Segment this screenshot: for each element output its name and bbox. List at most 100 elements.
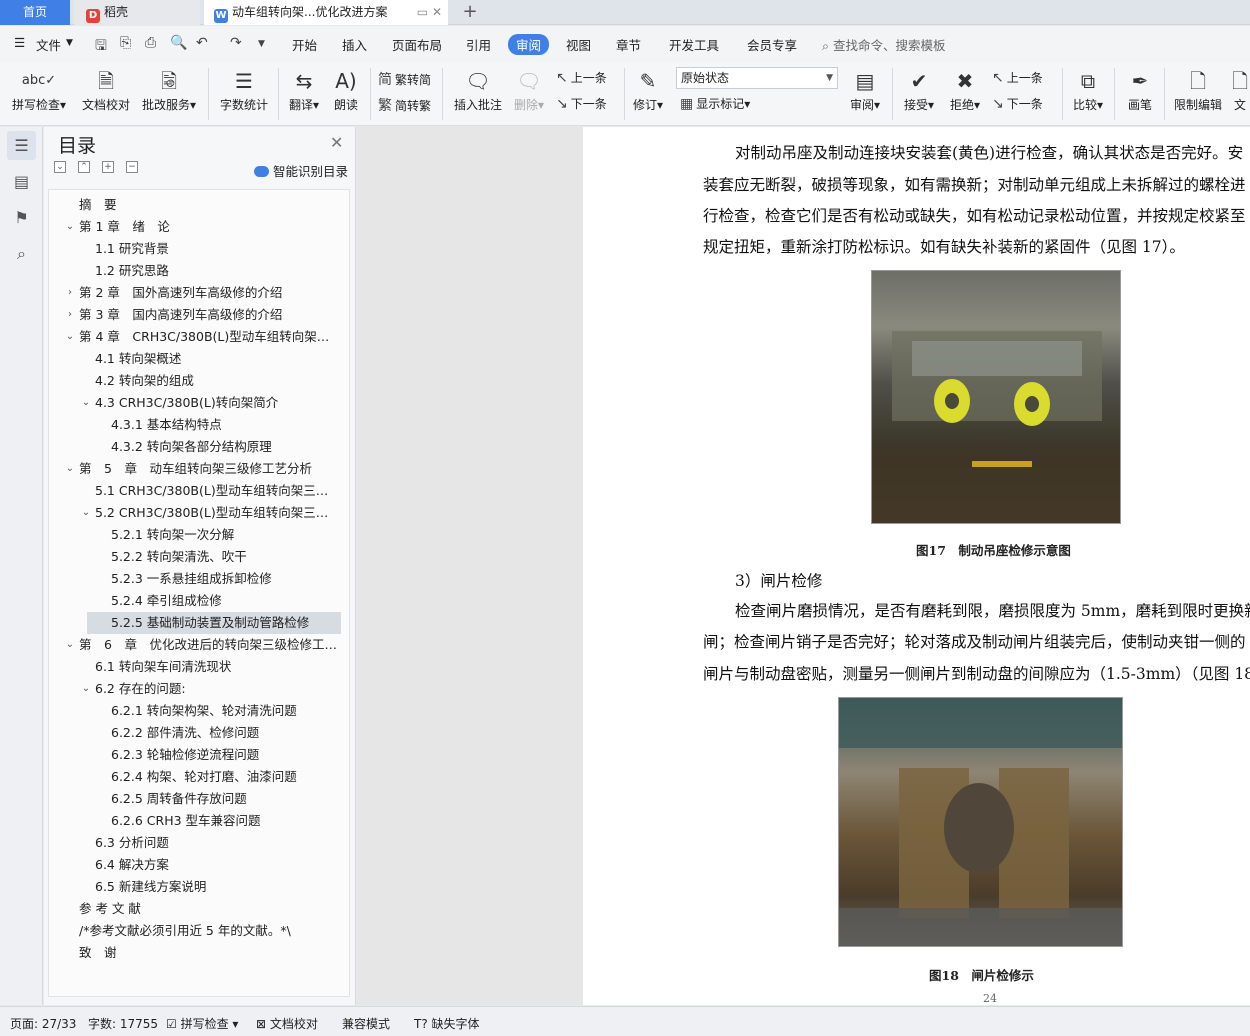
- menu-references[interactable]: 引用: [466, 35, 491, 54]
- review-pane-button[interactable]: ▤ 审阅▾: [846, 62, 884, 114]
- menu-file[interactable]: 文件: [36, 35, 61, 54]
- chevron-down-icon[interactable]: ⌄: [79, 502, 93, 524]
- markup-state-select[interactable]: 原始状态 ▼: [676, 67, 838, 89]
- toc-item[interactable]: 6.3 分析问题: [49, 832, 341, 854]
- toc-item[interactable]: 6.5 新建线方案说明: [49, 876, 341, 898]
- missing-font[interactable]: T? 缺失字体: [414, 1015, 480, 1032]
- doc-check-button[interactable]: 🗎 文档校对: [78, 62, 134, 114]
- toc-item[interactable]: 6.2.3 轮轴检修逆流程问题: [49, 744, 341, 766]
- chevron-right-icon[interactable]: ›: [63, 304, 77, 326]
- menu-start[interactable]: 开始: [292, 35, 317, 54]
- window-restore-icon[interactable]: ▭: [417, 5, 428, 19]
- toc-item[interactable]: 6.2.1 转向架构架、轮对清洗问题: [49, 700, 341, 722]
- toc-item[interactable]: 5.2.5 基础制动装置及制动管路检修: [87, 612, 341, 634]
- export-pdf-icon[interactable]: ⎘: [120, 35, 131, 51]
- toc-item[interactable]: 6.2.6 CRH3 型车兼容问题: [49, 810, 341, 832]
- toc-item[interactable]: 4.3.1 基本结构特点: [49, 414, 341, 436]
- toc-item[interactable]: 4.1 转向架概述: [49, 348, 341, 370]
- read-aloud-button[interactable]: A) 朗读: [328, 62, 364, 114]
- insert-comment-button[interactable]: 🗨 插入批注: [450, 62, 506, 114]
- chapter-nav-icon[interactable]: ▤: [7, 167, 36, 196]
- track-changes-button[interactable]: ✎ 修订▾: [630, 62, 666, 114]
- toc-item[interactable]: › 第 2 章 国外高速列车高级修的介绍: [49, 282, 341, 304]
- toc-item[interactable]: 4.2 转向架的组成: [49, 370, 341, 392]
- toc-item[interactable]: 5.1 CRH3C/380B(L)型动车组转向架三级检修工艺分析: [49, 480, 341, 502]
- figure-18-photo[interactable]: [838, 697, 1123, 947]
- toc-item[interactable]: ⌄5.2 CRH3C/380B(L)型动车组转向架三级检修工艺流程: [49, 502, 341, 524]
- toc-item[interactable]: 致 谢: [49, 942, 341, 964]
- translate-button[interactable]: ⇆ 翻译▾: [284, 62, 324, 114]
- toc-item[interactable]: 5.2.2 转向架清洗、吹干: [49, 546, 341, 568]
- chevron-down-icon[interactable]: ⌄: [79, 678, 93, 700]
- bookmark-icon[interactable]: ⚑: [7, 203, 36, 232]
- menu-member[interactable]: 会员专享: [747, 35, 797, 54]
- toc-item[interactable]: 6.4 解决方案: [49, 854, 341, 876]
- add-heading-icon[interactable]: +: [102, 161, 114, 173]
- toc-item[interactable]: 6.2.2 部件清洗、检修问题: [49, 722, 341, 744]
- collapse-all-icon[interactable]: ⌄: [54, 161, 66, 173]
- toc-item[interactable]: 参 考 文 献: [49, 898, 341, 920]
- spell-check-button[interactable]: abc✓ 拼写检查▾: [10, 62, 68, 114]
- delete-comment-button[interactable]: 🗨 删除▾: [510, 62, 548, 114]
- search-icon[interactable]: ⌕: [7, 239, 36, 268]
- restrict-edit-button[interactable]: 🗋 限制编辑: [1170, 62, 1226, 114]
- toc-item[interactable]: ⌄ 第 1 章 绪 论: [49, 216, 341, 238]
- undo-icon[interactable]: ↶: [196, 35, 208, 51]
- toc-item[interactable]: /*参考文献必须引用近 5 年的文献。*\: [49, 920, 341, 942]
- chevron-down-icon[interactable]: ⌄: [63, 634, 77, 656]
- toc-item[interactable]: 1.1 研究背景: [49, 238, 341, 260]
- menu-developer[interactable]: 开发工具: [669, 35, 719, 54]
- toc-item[interactable]: ⌄ 4.3 CRH3C/380B(L)转向架简介: [49, 392, 341, 414]
- prev-comment-button[interactable]: ↖ 上一条: [556, 69, 607, 86]
- print-icon[interactable]: ⎙: [145, 35, 156, 51]
- batch-service-button[interactable]: 🗟 批改服务▾: [138, 62, 200, 114]
- toc-item[interactable]: 6.2.4 构架、轮对打磨、油漆问题: [49, 766, 341, 788]
- pen-button[interactable]: ✒ 画笔: [1120, 62, 1160, 114]
- hamburger-icon[interactable]: ☰: [14, 35, 25, 50]
- word-count-indicator[interactable]: 字数: 17755: [88, 1015, 158, 1032]
- close-tab-icon[interactable]: ✕: [432, 5, 442, 19]
- simp-to-trad-button[interactable]: 繁简转繁: [378, 95, 431, 115]
- reject-button[interactable]: ✖ 拒绝▾: [946, 62, 984, 114]
- chevron-down-icon[interactable]: ⌄: [63, 458, 77, 480]
- toc-item[interactable]: › 第 3 章 国内高速列车高级修的介绍: [49, 304, 341, 326]
- toc-item[interactable]: ⌄ 第 6 章 优化改进后的转向架三级检修工艺方案: [49, 634, 341, 656]
- trad-to-simp-button[interactable]: 简繁转简: [378, 69, 431, 89]
- new-tab-button[interactable]: +: [460, 0, 480, 25]
- word-count-button[interactable]: ☰ 字数统计: [216, 62, 272, 114]
- document-permission-button[interactable]: 🗋 文: [1230, 62, 1250, 114]
- chevron-right-icon[interactable]: ›: [63, 282, 77, 304]
- show-markup-button[interactable]: ▦ 显示标记▾: [680, 95, 750, 112]
- toc-item[interactable]: ⌄ 第 4 章 CRH3C/380B(L)型动车组转向架构造: [49, 326, 341, 348]
- toc-icon[interactable]: ☰: [7, 131, 36, 160]
- toc-item[interactable]: ⌄ 第 5 章 动车组转向架三级修工艺分析: [49, 458, 341, 480]
- menu-page-layout[interactable]: 页面布局: [392, 35, 442, 54]
- status-proofread[interactable]: ⊠ 文档校对: [256, 1015, 318, 1032]
- accept-button[interactable]: ✔ 接受▾: [900, 62, 938, 114]
- next-change-button[interactable]: ↘ 下一条: [992, 95, 1043, 112]
- toc-item[interactable]: 5.2.4 牵引组成检修: [49, 590, 341, 612]
- redo-icon[interactable]: ↷: [230, 35, 242, 51]
- next-comment-button[interactable]: ↘ 下一条: [556, 95, 607, 112]
- smart-toc-button[interactable]: 智能识别目录: [254, 161, 348, 180]
- tab-home[interactable]: 首页: [0, 0, 70, 25]
- menu-chapter[interactable]: 章节: [616, 35, 641, 54]
- toc-item[interactable]: 6.2.5 周转备件存放问题: [49, 788, 341, 810]
- toc-item[interactable]: 4.3.2 转向架各部分结构原理: [49, 436, 341, 458]
- compare-button[interactable]: ⧉ 比较▾: [1068, 62, 1108, 114]
- chevron-down-icon[interactable]: ▼: [66, 38, 73, 48]
- menu-review[interactable]: 审阅: [508, 34, 550, 55]
- toc-item[interactable]: 摘 要: [49, 194, 341, 216]
- menu-insert[interactable]: 插入: [342, 35, 367, 54]
- toc-item[interactable]: 1.2 研究思路: [49, 260, 341, 282]
- chevron-down-icon[interactable]: ⌄: [63, 216, 77, 238]
- quick-access-more-icon[interactable]: ▼: [258, 39, 265, 49]
- expand-all-icon[interactable]: ⌃: [78, 161, 90, 173]
- chevron-down-icon[interactable]: ⌄: [79, 392, 93, 414]
- print-preview-icon[interactable]: 🔍: [170, 35, 187, 51]
- page-indicator[interactable]: 页面: 27/33: [10, 1015, 76, 1032]
- tab-daoke[interactable]: D 稻壳: [74, 0, 200, 25]
- figure-17-photo[interactable]: [871, 270, 1121, 524]
- save-icon[interactable]: 🖫: [95, 35, 107, 59]
- close-icon[interactable]: ✕: [330, 133, 343, 152]
